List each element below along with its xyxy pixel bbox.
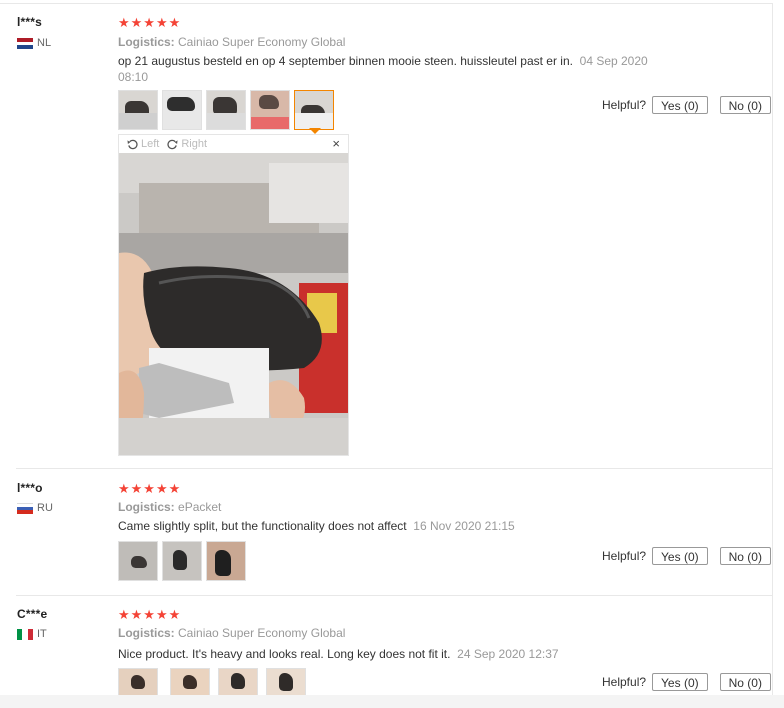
photo-viewer: Left Right × (118, 134, 349, 456)
review-photo-thumb[interactable] (206, 541, 246, 581)
reviewer-name: C***e (17, 607, 48, 621)
list-top-border (0, 3, 772, 4)
helpful-no-button[interactable]: No (0) (719, 547, 771, 565)
review-divider (16, 468, 772, 469)
review-divider (16, 595, 772, 596)
list-right-border (772, 3, 773, 695)
helpful-yes-button[interactable]: Yes (0) (652, 96, 708, 114)
rotate-left-icon (127, 139, 138, 149)
star-rating: ★★★★★ (118, 15, 182, 30)
helpful-yes-button[interactable]: Yes (0) (652, 547, 708, 565)
review-photo-thumb[interactable] (162, 541, 202, 581)
logistics-info: Logistics: ePacket (118, 500, 221, 514)
review-date: 24 Sep 2020 12:37 (457, 647, 559, 661)
helpful-label: Helpful? (602, 98, 647, 112)
helpful-votes: Helpful? Yes (0) No (0) (602, 547, 771, 565)
logistics-value: ePacket (178, 500, 222, 514)
helpful-label: Helpful? (602, 675, 647, 689)
logistics-label: Logistics: (118, 35, 175, 49)
review-text: Came slightly split, but the functionali… (118, 518, 678, 534)
reviewer-country: IT (17, 628, 47, 640)
review-photo-large (119, 153, 348, 455)
logistics-value: Cainiao Super Economy Global (178, 626, 346, 640)
review-body: Nice product. It's heavy and looks real.… (118, 647, 451, 661)
review-photos (118, 541, 246, 581)
helpful-votes: Helpful? Yes (0) No (0) (602, 673, 771, 691)
rotate-left-control[interactable]: Left (127, 138, 159, 150)
country-code: NL (37, 37, 52, 49)
helpful-label: Helpful? (602, 549, 647, 563)
review-body: Came slightly split, but the functionali… (118, 519, 407, 533)
country-code: RU (37, 502, 53, 514)
helpful-no-button[interactable]: No (0) (719, 673, 771, 691)
flag-ru-icon (17, 502, 33, 514)
review-text: op 21 augustus besteld en op 4 september… (118, 53, 678, 85)
helpful-no-button[interactable]: No (0) (719, 96, 771, 114)
reviewer-name: l***o (17, 481, 43, 495)
page-bottom-strip (0, 695, 784, 708)
flag-nl-icon (17, 37, 33, 49)
viewer-toolbar: Left Right (119, 135, 348, 153)
rotate-right-control[interactable]: Right (167, 138, 207, 150)
logistics-info: Logistics: Cainiao Super Economy Global (118, 35, 345, 49)
helpful-votes: Helpful? Yes (0) No (0) (602, 96, 771, 114)
review-photo-thumb[interactable] (206, 90, 246, 130)
review-text: Nice product. It's heavy and looks real.… (118, 646, 678, 662)
rotate-left-label: Left (141, 138, 160, 150)
reviewer-name: l***s (17, 15, 43, 29)
review-photo-thumb[interactable] (118, 541, 158, 581)
country-code: IT (37, 628, 47, 640)
review-photo-thumb[interactable] (162, 90, 202, 130)
review-photo-thumb[interactable] (118, 90, 158, 130)
review-photo-image (119, 153, 348, 455)
review-photo-thumb-selected[interactable] (294, 90, 334, 130)
review-photos (118, 90, 334, 130)
star-rating: ★★★★★ (118, 607, 182, 622)
logistics-info: Logistics: Cainiao Super Economy Global (118, 626, 345, 640)
flag-it-icon (17, 628, 33, 640)
logistics-value: Cainiao Super Economy Global (178, 35, 346, 49)
review-body: op 21 augustus besteld en op 4 september… (118, 54, 573, 68)
logistics-label: Logistics: (118, 500, 175, 514)
close-icon[interactable]: × (332, 136, 340, 151)
rotate-right-label: Right (181, 138, 208, 150)
rotate-right-icon (167, 139, 178, 149)
logistics-label: Logistics: (118, 626, 175, 640)
review-date: 16 Nov 2020 21:15 (413, 519, 515, 533)
review-photo-thumb[interactable] (250, 90, 290, 130)
reviewer-country: RU (17, 502, 53, 514)
reviewer-country: NL (17, 37, 51, 49)
helpful-yes-button[interactable]: Yes (0) (652, 673, 708, 691)
star-rating: ★★★★★ (118, 481, 182, 496)
